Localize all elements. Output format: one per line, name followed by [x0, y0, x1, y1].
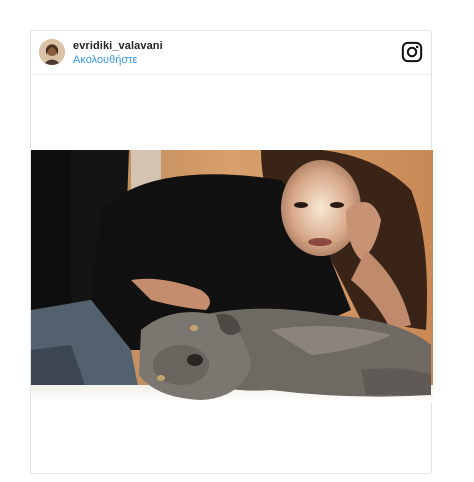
instagram-embed-card: evridiki_valavani Ακολουθήστε	[30, 30, 433, 474]
post-header: evridiki_valavani Ακολουθήστε	[31, 31, 431, 75]
photo-image	[31, 150, 433, 402]
avatar[interactable]	[39, 39, 65, 65]
username[interactable]: evridiki_valavani	[73, 40, 163, 52]
instagram-icon[interactable]	[401, 41, 423, 63]
avatar-image	[39, 39, 65, 65]
follow-link[interactable]: Ακολουθήστε	[73, 54, 137, 66]
post-photo[interactable]	[31, 150, 433, 402]
